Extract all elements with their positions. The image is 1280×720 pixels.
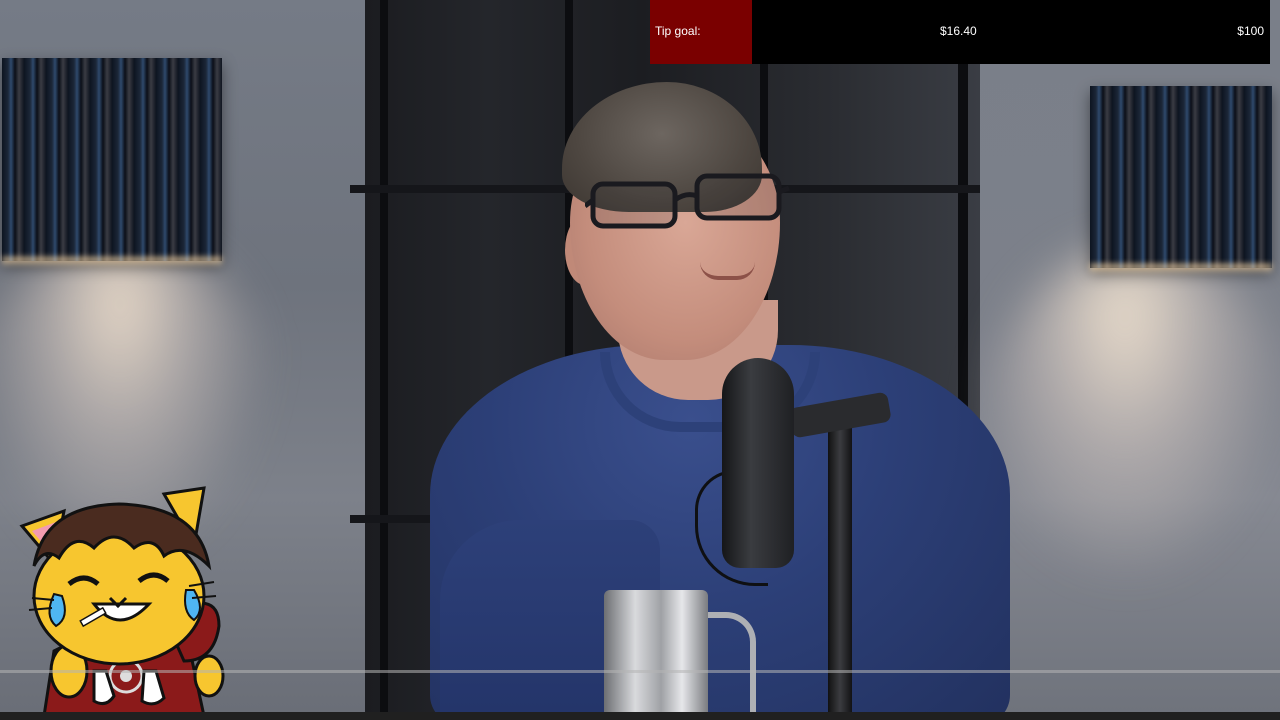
mug-handle: [700, 612, 756, 712]
tip-goal-label: Tip goal:: [655, 24, 701, 38]
crying-laughing-cat-mascot-icon: [19, 486, 225, 716]
stream-viewer: Tip goal: $16.40 $100: [0, 0, 1280, 720]
player-bottom-strip: [0, 712, 1280, 720]
tip-goal-target-amount: $100: [1237, 24, 1264, 38]
glasses-icon: [585, 173, 790, 229]
tip-goal-widget: Tip goal: $16.40 $100: [650, 0, 1270, 64]
tip-goal-current-amount: $16.40: [940, 24, 977, 38]
video-progress-bar[interactable]: [0, 670, 1280, 673]
mic-stand: [828, 420, 852, 712]
microphone: [722, 358, 794, 568]
steel-mug: [604, 590, 708, 712]
